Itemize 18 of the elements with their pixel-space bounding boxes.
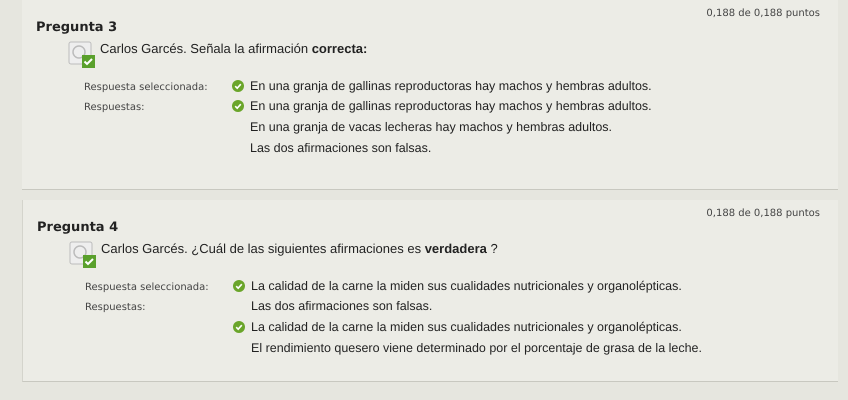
answer-text: La calidad de la carne la miden sus cualidades nutricionales y organolépticas. bbox=[251, 279, 682, 293]
field-label: Respuesta seleccionada: bbox=[85, 282, 209, 293]
answer-text: La calidad de la carne la miden sus cualidades nutricionales y organolépticas. bbox=[251, 320, 682, 334]
answer-text: El rendimiento quesero viene determinado por el porcentaje de grasa de la leche. bbox=[251, 341, 702, 355]
question-text: Carlos Garcés. Señala la afirmación correcta: bbox=[100, 41, 368, 56]
score-text: 0,188 de 0,188 puntos bbox=[706, 208, 820, 219]
score-text: 0,188 de 0,188 puntos bbox=[706, 8, 820, 19]
field-label: Respuestas: bbox=[84, 102, 145, 113]
answer-text: En una granja de gallinas reproductoras hay machos y hembras adultos. bbox=[250, 99, 652, 113]
answer-text: Las dos afirmaciones son falsas. bbox=[250, 141, 432, 155]
question-title: Pregunta 3 bbox=[36, 20, 118, 35]
question-text: Carlos Garcés. ¿Cuál de las siguientes afirmaciones es verdadera ? bbox=[101, 241, 498, 256]
answer-text: En una granja de vacas lecheras hay machos y hembras adultos. bbox=[250, 120, 612, 134]
answer-text: Las dos afirmaciones son falsas. bbox=[251, 299, 432, 313]
answer-text: En una granja de gallinas reproductoras hay machos y hembras adultos. bbox=[250, 79, 652, 93]
question-title: Pregunta 4 bbox=[37, 220, 118, 235]
field-label: Respuestas: bbox=[85, 302, 146, 313]
field-label: Respuesta seleccionada: bbox=[84, 82, 208, 93]
